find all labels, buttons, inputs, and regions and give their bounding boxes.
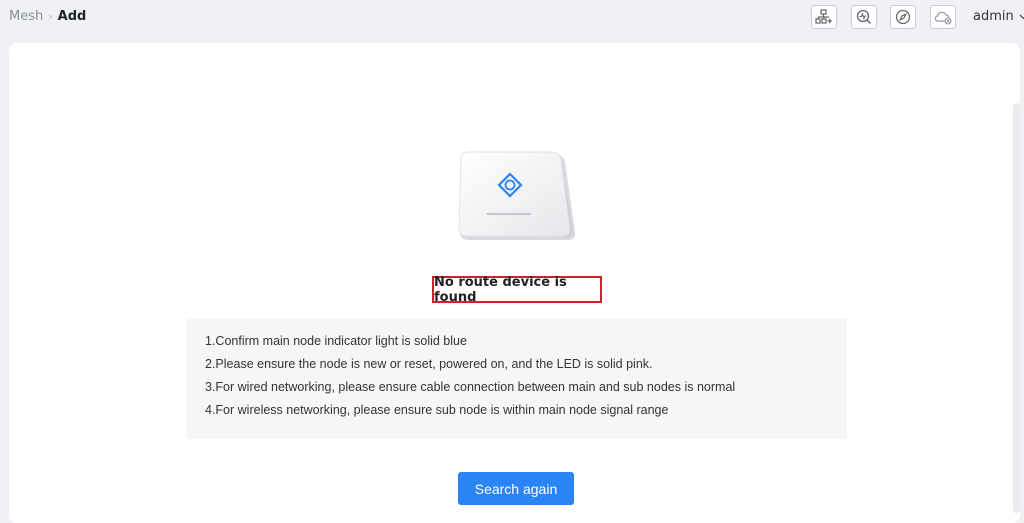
tip-item: 2.Please ensure the node is new or reset… (205, 357, 653, 371)
diagnostics-button[interactable] (851, 5, 877, 29)
user-name: admin (973, 9, 1014, 24)
search-again-button[interactable]: Search again (458, 472, 574, 505)
top-bar: Mesh › Add admin (0, 0, 1024, 38)
no-device-message-text: No route device is found (434, 274, 567, 305)
no-device-message: No route device is found (432, 274, 602, 305)
network-add-icon (815, 9, 832, 24)
tip-item: 4.For wireless networking, please ensure… (205, 403, 669, 417)
cloud-disconnected-icon (934, 11, 952, 25)
compass-icon (895, 9, 911, 25)
user-menu[interactable]: admin (973, 9, 1024, 24)
scrollbar[interactable] (1013, 103, 1020, 513)
breadcrumb-current: Add (57, 9, 87, 24)
chevron-right-icon: › (48, 10, 53, 23)
breadcrumb-mesh[interactable]: Mesh (9, 9, 43, 24)
diagnostics-icon (856, 9, 872, 25)
tip-item: 1.Confirm main node indicator light is s… (205, 334, 467, 348)
troubleshooting-tips: 1.Confirm main node indicator light is s… (186, 318, 847, 439)
tip-item: 3.For wired networking, please ensure ca… (205, 380, 736, 394)
chevron-down-icon (1019, 14, 1024, 19)
cloud-status-button[interactable] (930, 5, 956, 29)
add-network-button[interactable] (811, 5, 837, 29)
compass-button[interactable] (890, 5, 916, 29)
breadcrumb: Mesh › Add (9, 9, 86, 24)
router-device-illustration (458, 151, 576, 240)
